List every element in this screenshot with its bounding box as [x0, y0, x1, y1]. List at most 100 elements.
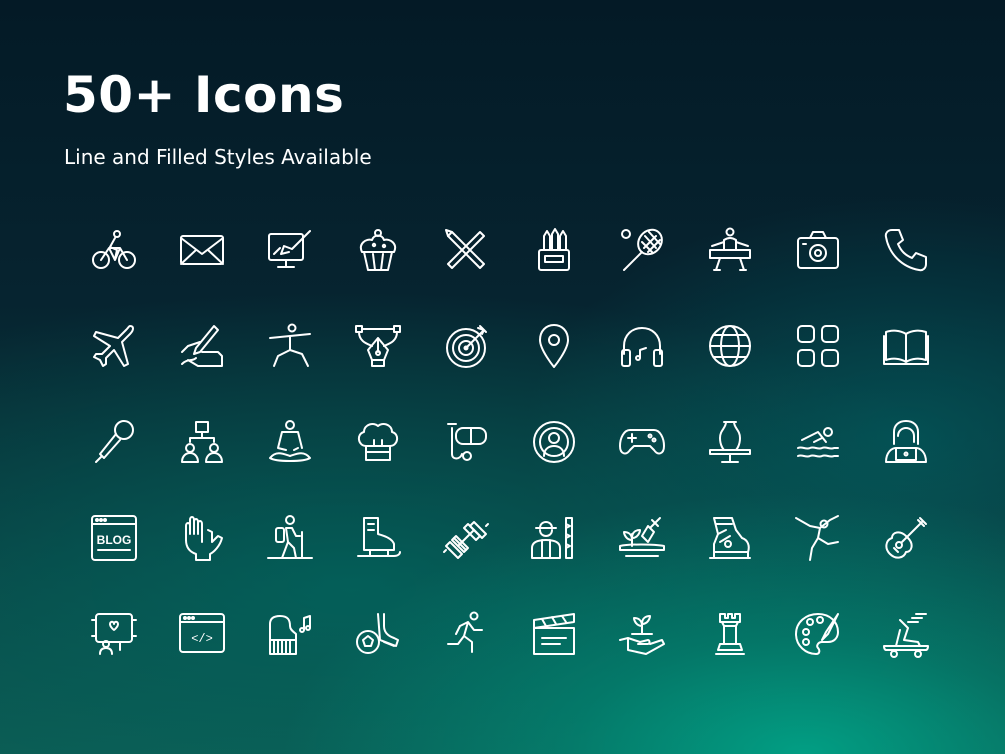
ice-skate-icon [357, 517, 401, 557]
icon-cell [334, 514, 422, 610]
pommel-horse-icon [709, 227, 751, 271]
icon-cell [70, 322, 158, 418]
icon-cell [246, 322, 334, 418]
blog-window-icon: BLOG [91, 515, 137, 561]
location-pin-icon [539, 324, 569, 368]
hiker-icon [267, 515, 313, 559]
clapperboard-icon [533, 613, 575, 655]
apps-grid-icon [797, 325, 839, 367]
icon-cell [862, 610, 950, 706]
crossed-tools-icon [445, 229, 485, 269]
icon-cell [686, 514, 774, 610]
icon-cell [862, 322, 950, 418]
icon-cell [158, 226, 246, 322]
guitar-icon [885, 517, 927, 559]
envelope-icon [180, 235, 224, 265]
icon-cell [774, 322, 862, 418]
helping-hands-icon [185, 516, 223, 561]
pottery-wheel-icon [709, 421, 751, 463]
icon-cell [422, 322, 510, 418]
target-icon [446, 325, 487, 368]
swimmer-icon [797, 427, 839, 458]
icon-cell [510, 610, 598, 706]
plant-in-hand-icon [619, 615, 665, 655]
icon-cell [686, 322, 774, 418]
icon-cell [334, 226, 422, 322]
icon-cell [334, 322, 422, 418]
icon-cell [598, 610, 686, 706]
pen-tool-icon [355, 325, 401, 367]
icon-cell [158, 514, 246, 610]
page-subtitle: Line and Filled Styles Available [64, 145, 372, 169]
icon-cell [246, 226, 334, 322]
page-title: 50+ Icons [63, 66, 345, 124]
icon-cell [422, 418, 510, 514]
icon-cell [774, 514, 862, 610]
icon-cell [862, 418, 950, 514]
hacker-laptop-icon [885, 420, 927, 463]
icon-cell: BLOG [70, 514, 158, 610]
icon-cell [334, 418, 422, 514]
gamepad-icon [619, 429, 665, 455]
icon-cell [158, 418, 246, 514]
icon-cell [598, 514, 686, 610]
open-book-icon [883, 329, 929, 365]
palette-icon [795, 613, 839, 655]
meditation-icon [269, 420, 311, 462]
cupcake-icon [360, 229, 396, 271]
chess-rook-icon [715, 613, 745, 655]
podcast-icon [533, 421, 575, 463]
icon-cell [334, 610, 422, 706]
icon-cell [510, 514, 598, 610]
phone-icon [884, 229, 927, 272]
icon-cell [510, 226, 598, 322]
signing-hand-icon [181, 325, 223, 367]
icon-cell [774, 418, 862, 514]
code-label: </> [191, 632, 213, 646]
icon-cell [686, 610, 774, 706]
icon-cell [774, 226, 862, 322]
pencil-cup-icon [538, 228, 570, 271]
microphone-icon [95, 420, 134, 463]
planting-shovel-icon [619, 517, 665, 557]
icon-cell [246, 514, 334, 610]
globe-icon [709, 325, 751, 367]
snorkel-mask-icon [447, 423, 487, 461]
team-hierarchy-icon [181, 421, 223, 463]
icon-cell [158, 322, 246, 418]
icon-cell [510, 418, 598, 514]
blog-label: BLOG [97, 533, 132, 547]
code-window-icon: </> [179, 613, 225, 653]
icon-cell [862, 514, 950, 610]
airplane-icon [93, 325, 134, 367]
selfie-stick-icon [91, 613, 137, 655]
tennis-racket-icon [621, 228, 663, 271]
gardener-icon [531, 517, 573, 559]
icon-grid: BLOG </> [70, 226, 950, 682]
ballet-dancer-icon [795, 515, 839, 561]
icon-cell [774, 610, 862, 706]
yoga-warrior-icon [269, 323, 311, 367]
icon-cell [422, 226, 510, 322]
piano-icon [269, 615, 311, 655]
soccer-kick-icon [356, 613, 399, 654]
dumbbell-icon [443, 521, 489, 559]
icon-cell [422, 610, 510, 706]
headphones-icon [621, 327, 663, 367]
icon-cell [246, 610, 334, 706]
icon-cell [862, 226, 950, 322]
camera-icon [797, 231, 839, 269]
skateboard-icon [883, 613, 929, 658]
icon-cell [70, 610, 158, 706]
icon-cell [70, 418, 158, 514]
icon-cell [598, 322, 686, 418]
runner-icon [447, 611, 483, 653]
digital-painting-icon [268, 230, 311, 268]
bicycle-icon [92, 230, 136, 269]
icon-cell [686, 418, 774, 514]
icon-cell [598, 226, 686, 322]
icon-cell [422, 514, 510, 610]
ski-boot-icon [709, 517, 751, 559]
icon-cell [70, 226, 158, 322]
icon-cell [598, 418, 686, 514]
